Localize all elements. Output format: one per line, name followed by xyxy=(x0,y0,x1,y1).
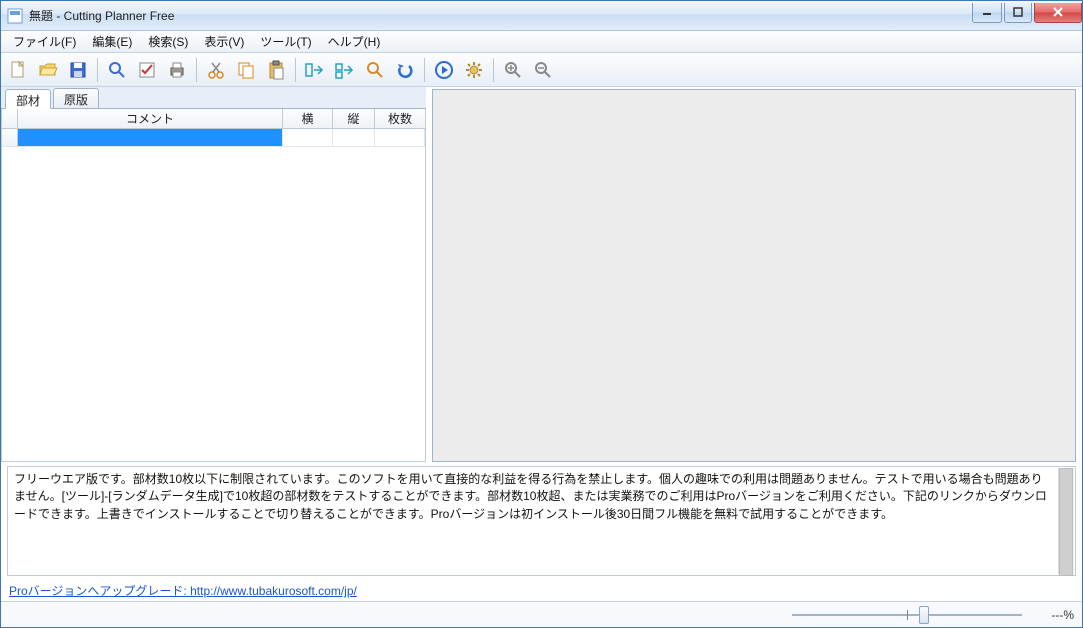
copy-button[interactable] xyxy=(233,57,259,83)
parts-grid[interactable]: コメント 横 縦 枚数 xyxy=(1,109,426,462)
open-button[interactable] xyxy=(35,57,61,83)
main-area: 部材 原版 コメント 横 縦 枚数 xyxy=(1,87,1082,462)
undo-icon xyxy=(395,60,415,80)
cell-height[interactable] xyxy=(333,129,375,147)
layout-preview[interactable] xyxy=(432,89,1076,462)
info-scrollbar[interactable] xyxy=(1058,468,1074,574)
find-small-button[interactable] xyxy=(362,57,388,83)
grid-row[interactable] xyxy=(2,129,425,147)
zoom-slider[interactable] xyxy=(792,606,1022,624)
cut-button[interactable] xyxy=(203,57,229,83)
left-panel: 部材 原版 コメント 横 縦 枚数 xyxy=(1,87,426,462)
col-height[interactable]: 縦 xyxy=(333,109,375,128)
toolbar-separator-4 xyxy=(424,58,425,82)
cut-icon xyxy=(206,60,226,80)
close-icon xyxy=(1052,7,1064,17)
maximize-button[interactable] xyxy=(1004,3,1032,23)
cell-width[interactable] xyxy=(283,129,333,147)
zoom-in-button[interactable] xyxy=(500,57,526,83)
menu-file[interactable]: ファイル(F) xyxy=(5,31,84,52)
zoom-out-icon xyxy=(533,60,553,80)
print-icon xyxy=(167,60,187,80)
grid-header: コメント 横 縦 枚数 xyxy=(2,109,425,129)
col-count[interactable]: 枚数 xyxy=(375,109,425,128)
options-button[interactable] xyxy=(134,57,160,83)
arrange-left-icon xyxy=(304,60,326,80)
zoom-out-button[interactable] xyxy=(530,57,556,83)
window-title: 無題 - Cutting Planner Free xyxy=(29,7,970,24)
arrange-right-icon xyxy=(334,60,356,80)
app-icon xyxy=(7,8,23,24)
slider-tick xyxy=(907,610,908,620)
tab-sheets[interactable]: 原版 xyxy=(53,88,99,108)
status-bar: ---% xyxy=(1,601,1082,627)
toolbar xyxy=(1,53,1082,87)
tab-parts[interactable]: 部材 xyxy=(5,89,51,109)
col-comment[interactable]: コメント xyxy=(18,109,283,128)
paste-icon xyxy=(266,60,286,80)
save-button[interactable] xyxy=(65,57,91,83)
paste-button[interactable] xyxy=(263,57,289,83)
window-buttons xyxy=(970,3,1082,25)
menu-view[interactable]: 表示(V) xyxy=(196,31,252,52)
grid-body xyxy=(2,129,425,147)
settings-button[interactable] xyxy=(461,57,487,83)
layout-v-button[interactable] xyxy=(332,57,358,83)
col-width[interactable]: 横 xyxy=(283,109,333,128)
toolbar-separator-5 xyxy=(493,58,494,82)
tab-strip: 部材 原版 xyxy=(1,87,426,109)
undo-button[interactable] xyxy=(392,57,418,83)
find-icon xyxy=(107,60,127,80)
toolbar-separator-1 xyxy=(97,58,98,82)
cell-count[interactable] xyxy=(375,129,425,147)
search-small-icon xyxy=(365,60,385,80)
zoom-in-icon xyxy=(503,60,523,80)
upgrade-link[interactable]: Proバージョンへアップグレード: http://www.tubakurosof… xyxy=(9,584,357,598)
title-bar: 無題 - Cutting Planner Free xyxy=(1,1,1082,31)
copy-icon xyxy=(236,60,256,80)
upgrade-link-row: Proバージョンへアップグレード: http://www.tubakurosof… xyxy=(1,576,1082,601)
info-text: フリーウエア版です。部材数10枚以下に制限されています。このソフトを用いて直接的… xyxy=(14,471,1069,523)
toolbar-separator-3 xyxy=(295,58,296,82)
menu-help[interactable]: ヘルプ(H) xyxy=(320,31,389,52)
row-header[interactable] xyxy=(2,129,18,147)
play-icon xyxy=(434,60,454,80)
layout-h-button[interactable] xyxy=(302,57,328,83)
maximize-icon xyxy=(1013,7,1023,17)
menu-bar: ファイル(F) 編集(E) 検索(S) 表示(V) ツール(T) ヘルプ(H) xyxy=(1,31,1082,53)
zoom-percent: ---% xyxy=(1030,608,1074,622)
new-file-button[interactable] xyxy=(5,57,31,83)
save-icon xyxy=(68,60,88,80)
menu-edit[interactable]: 編集(E) xyxy=(84,31,140,52)
app-window: 無題 - Cutting Planner Free ファイル(F) 編集(E) … xyxy=(0,0,1083,628)
menu-search[interactable]: 検索(S) xyxy=(140,31,196,52)
slider-thumb[interactable] xyxy=(919,606,929,624)
open-folder-icon xyxy=(38,60,58,80)
run-button[interactable] xyxy=(431,57,457,83)
find-button[interactable] xyxy=(104,57,130,83)
options-icon xyxy=(137,60,157,80)
cell-comment[interactable] xyxy=(18,129,283,147)
info-panel: フリーウエア版です。部材数10枚以下に制限されています。このソフトを用いて直接的… xyxy=(7,466,1076,576)
close-button[interactable] xyxy=(1034,3,1082,23)
gear-icon xyxy=(464,60,484,80)
scrollbar-thumb[interactable] xyxy=(1059,468,1073,576)
print-button[interactable] xyxy=(164,57,190,83)
grid-corner[interactable] xyxy=(2,109,18,128)
menu-tool[interactable]: ツール(T) xyxy=(252,31,319,52)
minimize-button[interactable] xyxy=(972,3,1002,23)
toolbar-separator-2 xyxy=(196,58,197,82)
slider-track xyxy=(792,614,1022,616)
new-file-icon xyxy=(8,60,28,80)
minimize-icon xyxy=(982,7,992,17)
